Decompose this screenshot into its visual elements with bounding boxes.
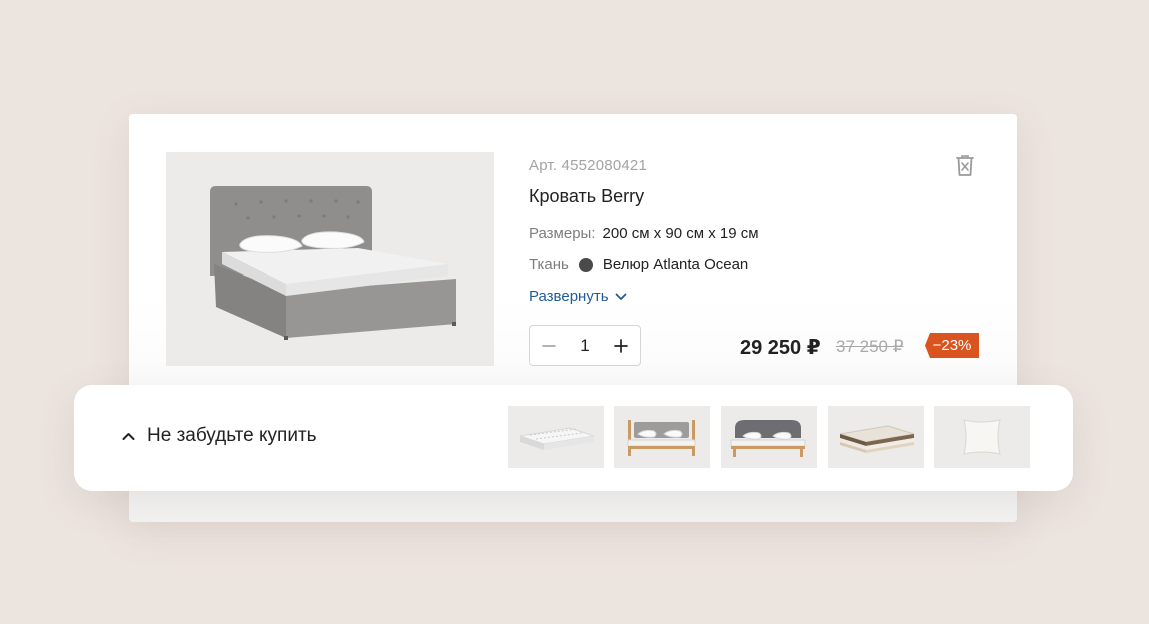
recommendation-item-mattress-layers[interactable] <box>828 406 924 468</box>
recommendation-item-pillow[interactable] <box>934 406 1030 468</box>
quantity-stepper: 1 <box>529 325 641 366</box>
current-price: 29 250 ₽ <box>740 337 821 359</box>
recommendations-panel: Не забудьте купить <box>74 385 1073 491</box>
recommendation-item-wooden-bed[interactable] <box>614 406 710 468</box>
increase-button[interactable] <box>602 326 640 365</box>
chevron-down-icon <box>615 293 626 300</box>
plus-icon <box>614 338 628 353</box>
product-image[interactable] <box>166 152 494 366</box>
wooden-bed-thumb-icon <box>627 420 696 456</box>
trash-icon <box>956 155 974 176</box>
size-row: Размеры: 200 см х 90 см х 19 см <box>529 225 759 242</box>
recommendation-item-bed-gray[interactable] <box>721 406 817 468</box>
recommendation-item-mattress[interactable] <box>508 406 604 468</box>
decrease-button[interactable] <box>530 326 568 365</box>
fabric-value: Велюр Atlanta Ocean <box>602 256 749 273</box>
minus-icon <box>542 344 556 347</box>
fabric-swatch <box>578 257 593 272</box>
old-price: 37 250 ₽ <box>836 337 904 356</box>
mattress-thumb-icon <box>519 427 595 450</box>
background: Арт. 4552080421 Кровать Berry Размеры: 2… <box>0 0 1149 624</box>
size-label: Размеры: <box>529 225 596 242</box>
article-number: Арт. 4552080421 <box>529 157 647 174</box>
fabric-row: Ткань Велюр Atlanta Ocean <box>529 256 748 273</box>
recommendations-title: Не забудьте купить <box>147 425 317 446</box>
discount-badge: −23% <box>925 333 979 358</box>
fabric-label: Ткань <box>529 256 569 273</box>
pillow-thumb-icon <box>963 419 1001 455</box>
chevron-up-icon <box>122 432 135 440</box>
recommendations-toggle[interactable]: Не забудьте купить <box>122 425 317 447</box>
wooden-bed-gray-headboard-thumb-icon <box>730 420 806 457</box>
quantity-value[interactable]: 1 <box>568 336 602 356</box>
mattress-layers-thumb-icon <box>839 425 915 453</box>
expand-link[interactable]: Развернуть <box>529 288 627 305</box>
expand-label: Развернуть <box>529 288 609 305</box>
size-value: 200 см х 90 см х 19 см <box>602 225 759 242</box>
product-title[interactable]: Кровать Berry <box>529 186 644 207</box>
delete-button[interactable] <box>955 154 975 183</box>
